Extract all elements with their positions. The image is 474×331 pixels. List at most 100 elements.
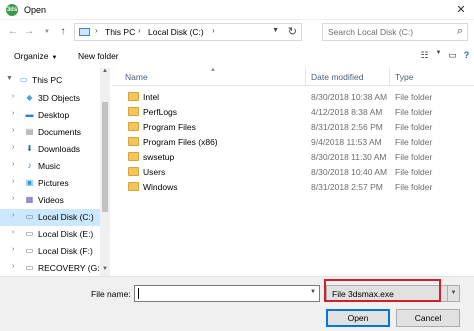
expand-chevron-icon[interactable]: › — [12, 161, 14, 168]
sidebar-item-pictures[interactable]: › ▣ Pictures — [0, 175, 100, 192]
sidebar-item-music[interactable]: › ♪ Music — [0, 158, 100, 175]
path-dropdown-icon[interactable]: ▼ — [272, 27, 279, 34]
annotation-highlight-box — [324, 279, 441, 302]
breadcrumb-this-pc[interactable]: This PC — [105, 27, 135, 37]
drive-icon: ▭ — [25, 263, 34, 272]
search-placeholder: Search Local Disk (C:) — [328, 27, 414, 37]
expand-chevron-icon[interactable]: › — [12, 144, 14, 151]
sidebar-item-recovery-g[interactable]: › ▭ RECOVERY (G:) — [0, 260, 103, 276]
column-divider[interactable] — [389, 68, 390, 86]
list-item[interactable]: Users 8/30/2018 10:40 AM File folder — [112, 165, 474, 180]
file-date: 8/30/2018 10:38 AM — [311, 92, 388, 102]
file-name: Intel — [143, 92, 160, 102]
command-bar: Organize ▼ New folder ☷ ▼ ▭ ? — [0, 46, 474, 66]
dialog-footer: File name: ▼ File 3dsmax.exe ▼ Open Canc… — [0, 276, 474, 331]
help-icon[interactable]: ? — [460, 50, 473, 62]
expand-chevron-icon[interactable]: › — [12, 110, 14, 117]
file-name-input[interactable]: ▼ — [134, 285, 320, 302]
videos-icon: ▦ — [25, 195, 34, 204]
sidebar-item-label: Videos — [38, 195, 64, 205]
column-header: ▲ Name Date modified Type — [112, 67, 474, 86]
view-options-icon[interactable]: ☷ — [418, 50, 431, 62]
chevron-right-icon[interactable]: › — [138, 26, 141, 35]
new-folder-button[interactable]: New folder — [78, 51, 119, 61]
chevron-down-icon[interactable]: ▼ — [447, 286, 459, 301]
sidebar-item-label: RECOVERY (G:) — [38, 263, 103, 273]
sidebar-item-downloads[interactable]: › ⬇ Downloads — [0, 141, 100, 158]
preview-pane-icon[interactable]: ▭ — [446, 50, 459, 62]
pc-icon — [79, 28, 90, 36]
scrollbar-thumb[interactable] — [102, 102, 108, 212]
sidebar-item-label: Desktop — [38, 110, 70, 120]
folder-icon — [128, 137, 139, 146]
file-name: Users — [143, 167, 166, 177]
pictures-icon: ▣ — [25, 178, 34, 187]
search-input[interactable]: Search Local Disk (C:) ⌕ — [322, 23, 468, 41]
list-item[interactable]: Program Files (x86) 9/4/2018 11:53 AM Fi… — [112, 135, 474, 150]
cancel-button[interactable]: Cancel — [396, 309, 460, 327]
column-name[interactable]: Name — [125, 72, 148, 82]
scroll-up-icon[interactable]: ▲ — [100, 68, 110, 78]
expand-chevron-icon[interactable]: › — [12, 195, 14, 202]
chevron-right-icon[interactable]: › — [95, 26, 98, 35]
file-date: 4/12/2018 8:38 AM — [311, 107, 383, 117]
navigation-pane: ▼ ▭ This PC › ◆ 3D Objects › ▬ Desktop ›… — [0, 68, 110, 276]
chevron-down-icon[interactable]: ▼ — [432, 50, 445, 62]
column-type[interactable]: Type — [395, 72, 413, 82]
expand-chevron-icon[interactable]: › — [12, 127, 14, 134]
list-item[interactable]: Program Files 8/31/2018 2:56 PM File fol… — [112, 120, 474, 135]
drive-icon: ▭ — [25, 229, 34, 238]
expand-chevron-icon[interactable]: › — [12, 212, 14, 219]
up-arrow-icon[interactable]: ↑ — [56, 25, 70, 39]
recent-locations-chevron-icon[interactable]: ▼ — [40, 25, 54, 39]
sidebar-item-label: 3D Objects — [38, 93, 81, 103]
open-button[interactable]: Open — [326, 309, 390, 327]
downloads-icon: ⬇ — [26, 144, 33, 153]
sidebar-item-local-disk-c[interactable]: › ▭ Local Disk (C:) — [0, 209, 100, 226]
sidebar-item-documents[interactable]: › ▤ Documents — [0, 124, 100, 141]
folder-icon — [128, 152, 139, 161]
close-icon[interactable]: ✕ — [454, 3, 468, 17]
chevron-down-icon[interactable]: ▼ — [310, 289, 316, 295]
file-date: 8/30/2018 11:30 AM — [311, 152, 387, 162]
forward-arrow-icon[interactable]: → — [22, 25, 36, 39]
breadcrumb-local-disk-c[interactable]: Local Disk (C:) — [148, 27, 204, 37]
chevron-right-icon[interactable]: › — [212, 26, 215, 35]
expand-chevron-icon[interactable]: › — [12, 263, 14, 270]
organize-button[interactable]: Organize ▼ — [14, 51, 57, 61]
expand-chevron-icon[interactable]: › — [12, 178, 14, 185]
list-item[interactable]: PerfLogs 4/12/2018 8:38 AM File folder — [112, 105, 474, 120]
list-item[interactable]: Intel 8/30/2018 10:38 AM File folder — [112, 90, 474, 105]
sidebar-item-videos[interactable]: › ▦ Videos — [0, 192, 100, 209]
sidebar-item-desktop[interactable]: › ▬ Desktop — [0, 107, 100, 124]
expand-chevron-icon[interactable]: › — [12, 93, 14, 100]
sidebar-item-local-disk-e[interactable]: › ▭ Local Disk (E:) — [0, 226, 100, 243]
navigation-scrollbar[interactable]: ▲ ▼ — [100, 68, 110, 276]
expand-chevron-icon[interactable]: › — [12, 246, 14, 253]
desktop-icon: ▬ — [25, 110, 34, 119]
text-caret — [138, 288, 139, 299]
column-date-modified[interactable]: Date modified — [311, 72, 363, 82]
back-arrow-icon[interactable]: ← — [6, 25, 20, 39]
app-icon: 3ds — [6, 4, 18, 16]
file-date: 8/31/2018 2:56 PM — [311, 122, 383, 132]
breadcrumb[interactable]: › This PC › Local Disk (C:) › ▼ ↻ — [74, 23, 302, 41]
scroll-down-icon[interactable]: ▼ — [100, 266, 110, 276]
sidebar-item-3d-objects[interactable]: › ◆ 3D Objects — [0, 90, 100, 107]
list-item[interactable]: swsetup 8/30/2018 11:30 AM File folder — [112, 150, 474, 165]
folder-icon — [128, 122, 139, 131]
list-item[interactable]: Windows 8/31/2018 2:57 PM File folder — [112, 180, 474, 195]
expand-chevron-icon[interactable]: ▼ — [6, 75, 13, 82]
sidebar-item-local-disk-f[interactable]: › ▭ Local Disk (F:) — [0, 243, 100, 260]
window-title: Open — [24, 5, 47, 15]
folder-icon — [128, 167, 139, 176]
expand-chevron-icon[interactable]: › — [12, 229, 14, 236]
column-divider[interactable] — [305, 68, 306, 86]
file-type: File folder — [395, 152, 433, 162]
refresh-icon[interactable]: ↻ — [288, 25, 297, 38]
chevron-down-icon: ▼ — [51, 55, 58, 61]
sidebar-item-label: Local Disk (C:) — [38, 212, 94, 222]
search-icon: ⌕ — [456, 25, 463, 37]
file-type: File folder — [395, 92, 433, 102]
sidebar-item-this-pc[interactable]: ▼ ▭ This PC — [0, 72, 100, 89]
